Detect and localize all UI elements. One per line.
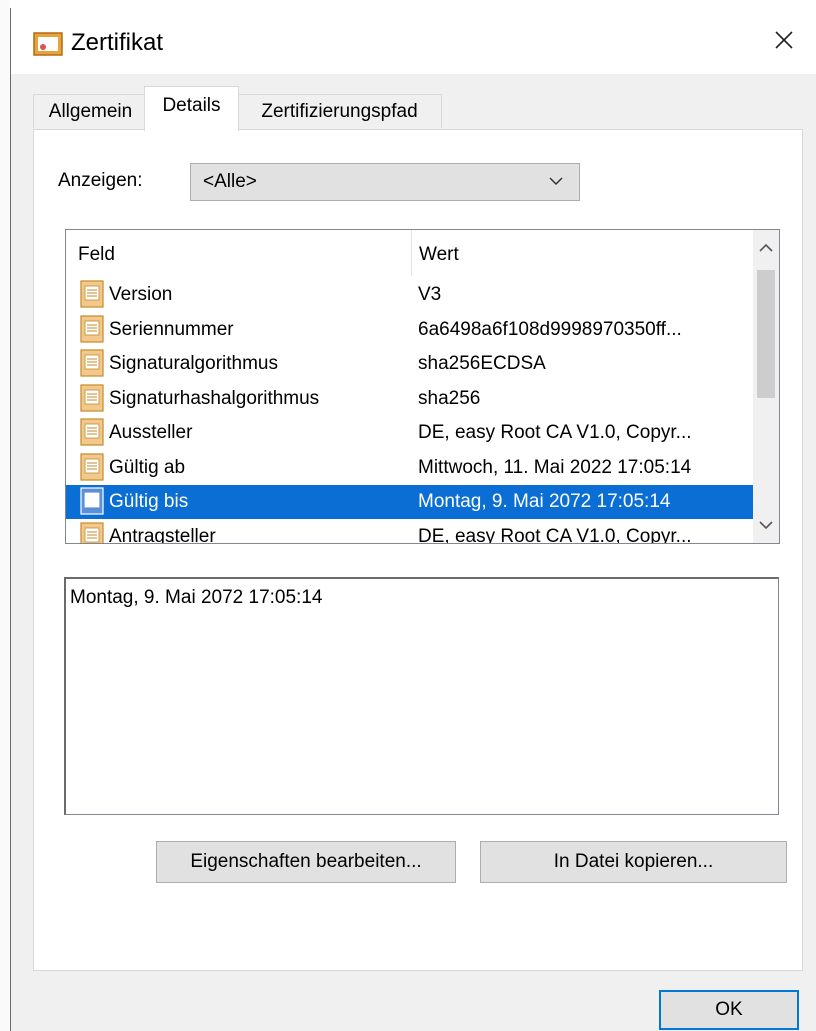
close-button[interactable] (752, 16, 816, 64)
field-value: DE, easy Root CA V1.0, Copyr... (418, 525, 692, 544)
field-value: Montag, 9. Mai 2072 17:05:14 (418, 491, 671, 512)
field-name: Seriennummer (109, 318, 234, 340)
field-list[interactable]: Feld Wert Version V3 Seriennummer 6a6498a6f… (65, 229, 780, 544)
list-header: Feld Wert (66, 230, 754, 276)
details-panel: Anzeigen: <Alle> Feld Wert Version V3 Seri… (33, 129, 803, 971)
tab-label: Details (162, 95, 221, 116)
tab-details[interactable]: Details (144, 86, 239, 131)
list-row[interactable]: Gültig bis Montag, 9. Mai 2072 17:05:14 (66, 485, 754, 519)
dialog-title: Zertifikat (71, 29, 164, 56)
list-row[interactable]: Signaturalgorithmus sha256ECDSA (66, 347, 754, 381)
copy-to-file-button[interactable]: In Datei kopieren... (480, 841, 787, 883)
field-name: Version (109, 284, 173, 305)
certificate-dialog: Zertifikat Allgemein Details Zertifizier… (10, 8, 816, 1031)
field-value: V3 (418, 284, 442, 305)
title-bar: Zertifikat (11, 8, 816, 74)
certificate-icon (33, 32, 63, 56)
value-detail-text: Montag, 9. Mai 2072 17:05:14 (70, 587, 323, 608)
certificate-field-icon (80, 487, 104, 515)
background-strip (0, 0, 816, 8)
show-label: Anzeigen: (58, 170, 143, 191)
show-dropdown-value: <Alle> (203, 171, 257, 192)
vertical-scrollbar[interactable] (753, 230, 779, 543)
list-row[interactable]: Signaturhashalgorithmus sha256 (66, 382, 754, 416)
field-value: sha256 (418, 387, 481, 409)
certificate-field-icon (80, 383, 104, 412)
tab-zertifizierungspfad[interactable]: Zertifizierungspfad (237, 94, 442, 128)
column-divider[interactable] (411, 230, 412, 276)
field-name: Signaturalgorithmus (109, 353, 278, 374)
column-header-value[interactable]: Wert (419, 244, 459, 266)
close-icon (775, 31, 793, 49)
tab-label: Zertifizierungspfad (261, 101, 418, 122)
chevron-down-icon (549, 177, 563, 186)
field-value: 6a6498a6f108d9998970350ff... (418, 318, 682, 340)
column-header-field[interactable]: Feld (78, 244, 115, 266)
scroll-down-icon[interactable] (753, 513, 779, 537)
list-row[interactable]: Gültig ab Mittwoch, 11. Mai 2022 17:05:14 (66, 451, 754, 485)
tab-allgemein[interactable]: Allgemein (33, 94, 148, 128)
list-row[interactable]: Antragsteller DE, easy Root CA V1.0, Copy… (66, 520, 754, 544)
field-name: Gültig ab (109, 456, 186, 478)
edit-properties-button[interactable]: Eigenschaften bearbeiten... (156, 841, 456, 883)
scroll-up-icon[interactable] (753, 236, 779, 260)
value-detail-textbox[interactable]: Montag, 9. Mai 2072 17:05:14 (64, 577, 779, 815)
field-value: sha256ECDSA (418, 353, 546, 374)
certificate-field-icon (80, 418, 104, 446)
field-name: Signaturhashalgorithmus (109, 387, 320, 409)
certificate-field-icon (80, 349, 104, 377)
field-name: Antragsteller (109, 525, 216, 544)
list-row[interactable]: Version V3 (66, 278, 754, 312)
certificate-field-icon (80, 452, 104, 481)
field-value: DE, easy Root CA V1.0, Copyr... (418, 422, 692, 443)
certificate-field-icon (80, 314, 104, 343)
certificate-field-icon (80, 280, 104, 308)
background-edge (0, 0, 10, 1031)
tab-label: Allgemein (48, 101, 133, 122)
field-name: Aussteller (109, 422, 193, 443)
ok-button[interactable]: OK (659, 990, 799, 1030)
certificate-field-icon (80, 521, 104, 543)
field-name: Gültig bis (109, 491, 189, 512)
list-row[interactable]: Aussteller DE, easy Root CA V1.0, Copyr..… (66, 416, 754, 450)
show-dropdown[interactable]: <Alle> (190, 163, 580, 201)
list-row[interactable]: Seriennummer 6a6498a6f108d9998970350ff... (66, 313, 754, 347)
scrollbar-thumb[interactable] (757, 270, 775, 398)
field-value: Mittwoch, 11. Mai 2022 17:05:14 (418, 456, 692, 478)
